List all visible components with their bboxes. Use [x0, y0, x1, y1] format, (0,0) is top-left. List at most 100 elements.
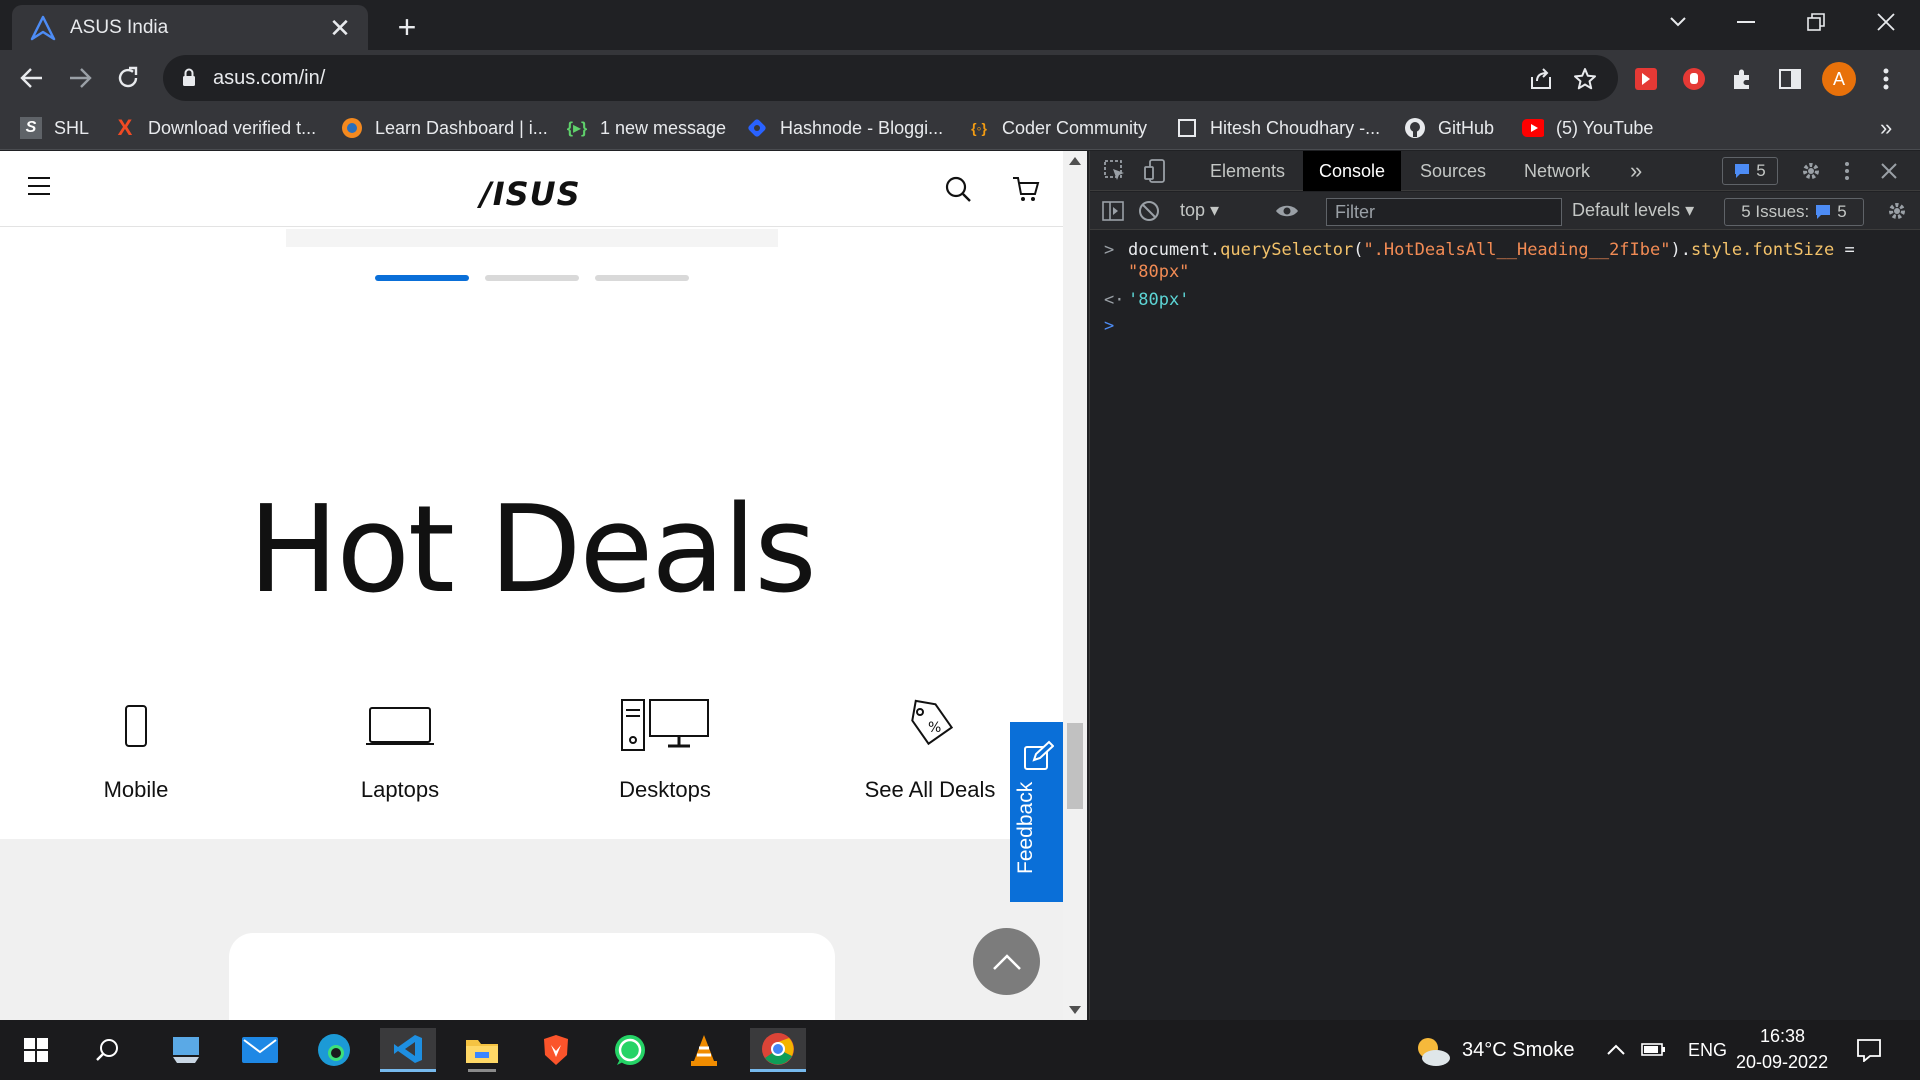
bookmarks-overflow-button[interactable]: » — [1880, 114, 1892, 142]
vlc-icon[interactable] — [676, 1028, 732, 1072]
carousel-dot-2[interactable] — [485, 275, 579, 281]
menu-kebab-icon[interactable] — [1870, 63, 1902, 95]
scroll-down-arrow-icon[interactable] — [1069, 1006, 1081, 1014]
carousel-dot-1[interactable] — [375, 275, 469, 281]
edge-browser-icon[interactable] — [306, 1028, 362, 1072]
devtools-more-tabs-button[interactable]: » — [1614, 151, 1658, 191]
search-taskbar-icon[interactable] — [80, 1028, 136, 1072]
console-toolbar: top ▾ Filter Default levels ▾ 5 Issues: … — [1090, 192, 1920, 230]
bookmark-item[interactable]: Hashnode - Bloggi... — [746, 114, 943, 142]
issues-button[interactable]: 5 Issues: 5 — [1724, 198, 1864, 226]
desktop-icon — [565, 691, 765, 761]
clock-time[interactable]: 16:38 — [1760, 1026, 1805, 1047]
bookmark-item[interactable]: {▸} 1 new message — [566, 114, 726, 142]
github-icon — [1404, 117, 1426, 139]
issues-count: 5 — [1837, 202, 1847, 221]
extension-red-arrow-icon[interactable] — [1630, 63, 1662, 95]
clock-date[interactable]: 20-09-2022 — [1736, 1052, 1828, 1073]
tab-close-icon[interactable]: ✕ — [326, 15, 354, 41]
live-expression-eye-icon[interactable] — [1274, 198, 1300, 224]
clear-console-icon[interactable] — [1136, 198, 1162, 224]
devtools-tab-elements[interactable]: Elements — [1194, 151, 1301, 191]
bookmark-item[interactable]: Hitesh Choudhary -... — [1176, 114, 1380, 142]
sidebar-toggle-icon[interactable] — [1100, 198, 1126, 224]
messages-badge[interactable]: 5 — [1722, 157, 1778, 185]
mail-icon[interactable] — [232, 1028, 288, 1072]
console-input-command[interactable]: document.querySelector(".HotDealsAll__He… — [1128, 239, 1855, 283]
address-bar[interactable]: asus.com/in/ — [163, 55, 1618, 101]
close-window-icon[interactable] — [1852, 0, 1920, 44]
language-indicator[interactable]: ENG — [1688, 1040, 1727, 1061]
category-label: Laptops — [360, 777, 440, 802]
chevron-up-icon — [992, 953, 1021, 970]
file-explorer-icon[interactable] — [454, 1028, 510, 1072]
chrome-icon[interactable] — [750, 1028, 806, 1072]
context-selector[interactable]: top ▾ — [1180, 200, 1219, 221]
message-bubble-icon — [1735, 164, 1750, 178]
cart-icon[interactable] — [1012, 175, 1040, 203]
battery-icon[interactable] — [1640, 1040, 1666, 1063]
asus-logo[interactable]: /ISUS — [480, 175, 581, 213]
tab-search-icon[interactable] — [1644, 0, 1712, 44]
new-tab-button[interactable]: + — [390, 10, 424, 44]
x-brand-icon: X — [117, 115, 133, 140]
whatsapp-icon[interactable] — [602, 1028, 658, 1072]
bookmark-item[interactable]: GitHub — [1404, 114, 1494, 142]
devtools-tab-network[interactable]: Network — [1508, 151, 1606, 191]
tab-title: ASUS India — [70, 16, 169, 38]
brave-browser-icon[interactable] — [528, 1028, 584, 1072]
log-levels-dropdown[interactable]: Default levels ▾ — [1572, 200, 1694, 221]
bookmark-item[interactable]: {◦} Coder Community — [968, 114, 1147, 142]
browser-toolbar: asus.com/in/ A — [0, 50, 1920, 106]
devtools-tab-sources[interactable]: Sources — [1404, 151, 1502, 191]
back-icon[interactable] — [12, 58, 52, 98]
reload-icon[interactable] — [108, 58, 148, 98]
profile-avatar[interactable]: A — [1822, 62, 1856, 96]
settings-gear-icon[interactable] — [1798, 158, 1824, 184]
browser-tab[interactable]: ASUS India ✕ — [12, 5, 368, 50]
scroll-up-arrow-icon[interactable] — [1069, 157, 1081, 165]
weather-icon[interactable] — [1412, 1034, 1452, 1073]
bookmark-item[interactable]: (5) YouTube — [1522, 114, 1653, 142]
notifications-icon[interactable] — [1856, 1038, 1882, 1067]
minimize-icon[interactable] — [1712, 0, 1780, 44]
weather-text[interactable]: 34°C Smoke — [1462, 1039, 1575, 1062]
back-to-top-button[interactable] — [973, 928, 1040, 995]
console-empty-prompt[interactable]: > — [1104, 315, 1114, 337]
issues-message-icon — [1816, 205, 1831, 219]
bookmark-item[interactable]: Learn Dashboard | i... — [341, 114, 548, 142]
devtools-tabbar: Elements Console Sources Network » 5 — [1090, 151, 1920, 191]
side-panel-icon[interactable] — [1774, 63, 1806, 95]
close-devtools-icon[interactable] — [1876, 158, 1902, 184]
category-mobile[interactable]: Mobile — [36, 691, 236, 803]
category-laptops[interactable]: Laptops — [300, 691, 500, 803]
forward-icon[interactable] — [60, 58, 100, 98]
share-icon[interactable] — [1527, 65, 1555, 93]
devtools-menu-kebab-icon[interactable] — [1834, 158, 1860, 184]
start-windows-icon[interactable] — [8, 1028, 64, 1072]
page-scrollbar[interactable] — [1063, 151, 1087, 1020]
hamburger-menu-icon[interactable] — [28, 177, 50, 201]
tray-overflow-chevron-icon[interactable] — [1606, 1042, 1626, 1060]
bookmark-star-icon[interactable] — [1571, 65, 1599, 93]
vscode-icon[interactable] — [380, 1028, 436, 1072]
feedback-tab[interactable]: Feedback — [1010, 722, 1063, 902]
bookmark-item[interactable]: S SHL — [20, 114, 89, 142]
devtools-tab-console[interactable]: Console — [1303, 151, 1402, 191]
category-desktops[interactable]: Desktops — [565, 691, 765, 803]
desktop-pc-icon[interactable] — [158, 1028, 214, 1072]
extensions-puzzle-icon[interactable] — [1726, 63, 1758, 95]
restore-icon[interactable] — [1782, 0, 1850, 44]
bookmark-item[interactable]: X Download verified t... — [114, 114, 316, 142]
category-see-all-deals[interactable]: % See All Deals — [830, 691, 1030, 803]
search-icon[interactable] — [944, 175, 972, 203]
console-filter-input[interactable]: Filter — [1326, 198, 1562, 226]
inspect-element-icon[interactable] — [1102, 158, 1128, 184]
scrollbar-thumb[interactable] — [1067, 723, 1083, 809]
console-settings-gear-icon[interactable] — [1884, 198, 1910, 224]
device-toolbar-icon[interactable] — [1142, 158, 1168, 184]
carousel-dot-3[interactable] — [595, 275, 689, 281]
extension-hand-icon[interactable] — [1678, 63, 1710, 95]
console-result-value: '80px' — [1128, 290, 1190, 310]
url-text[interactable]: asus.com/in/ — [213, 67, 325, 90]
